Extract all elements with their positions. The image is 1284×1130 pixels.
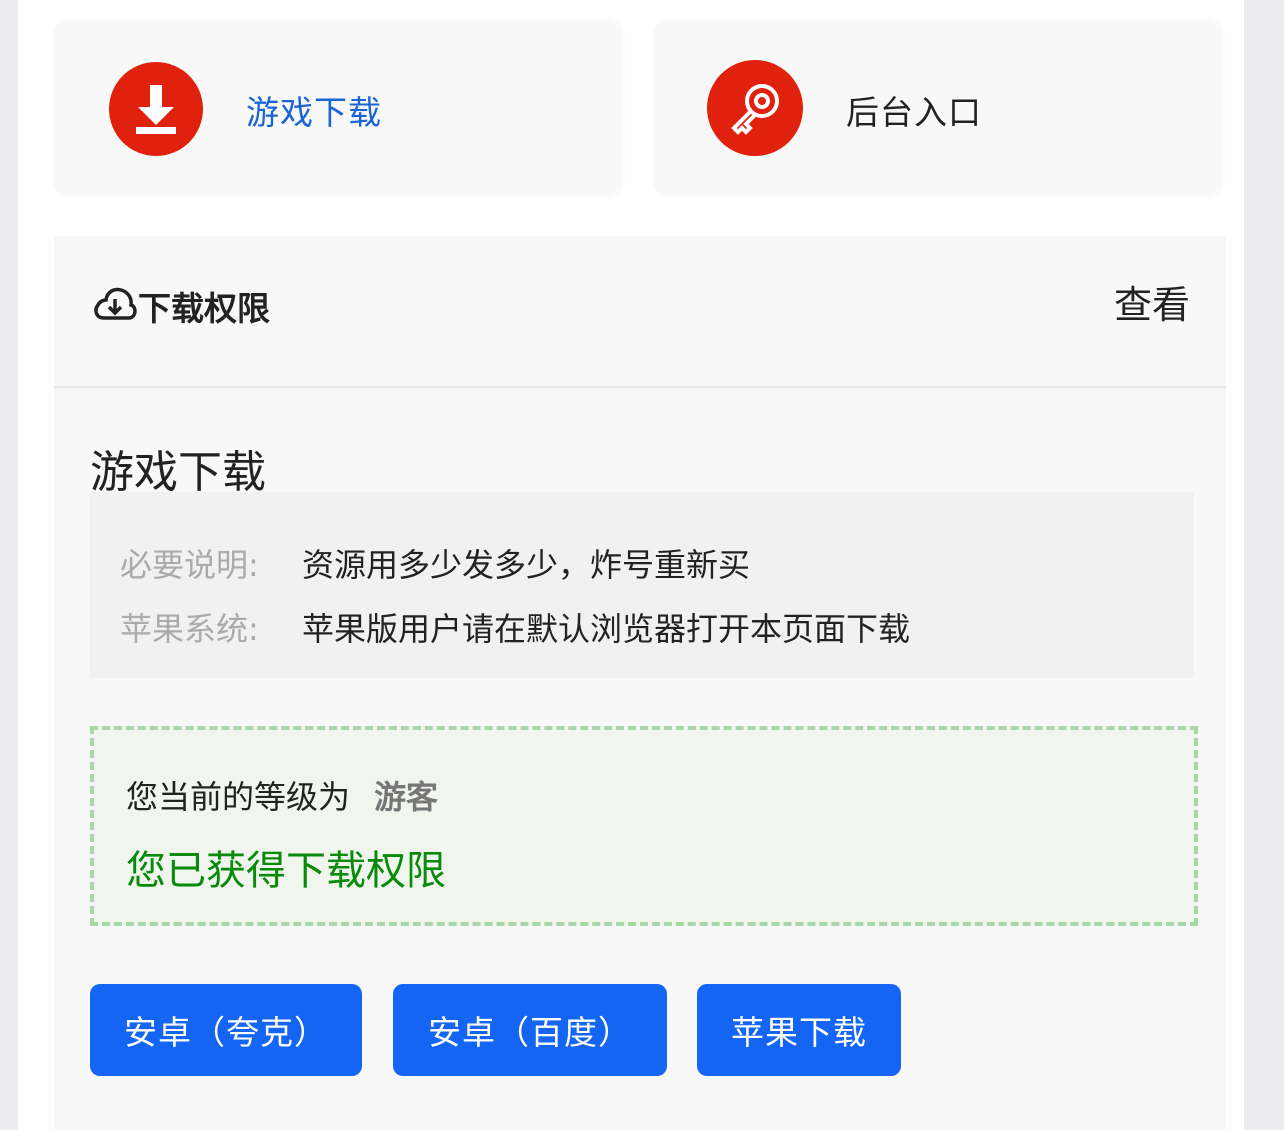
level-box: 您当前的等级为 游客 您已获得下载权限	[90, 726, 1198, 926]
info-value: 资源用多少发多少，炸号重新买	[302, 546, 751, 584]
cloud-download-icon	[94, 287, 137, 320]
info-box: 必要说明: 资源用多少发多少，炸号重新买 苹果系统: 苹果版用户请在默认浏览器打开本…	[90, 492, 1194, 678]
info-key: 苹果系统:	[120, 610, 259, 648]
page-container: 游戏下载 后台入口 下载权限 查看 游戏下载 必要说明: 资源用多少发多少，炸号重…	[18, 0, 1244, 1130]
android-quark-button[interactable]: 安卓（夸克）	[90, 984, 362, 1076]
info-key: 必要说明:	[120, 546, 259, 584]
permission-title: 下载权限	[138, 289, 270, 328]
view-link[interactable]: 查看	[1114, 274, 1190, 329]
game-download-card[interactable]: 游戏下载	[54, 20, 622, 196]
permission-granted-text: 您已获得下载权限	[126, 848, 446, 894]
level-prefix: 您当前的等级为	[126, 778, 351, 816]
android-baidu-button[interactable]: 安卓（百度）	[393, 984, 667, 1076]
ios-download-button[interactable]: 苹果下载	[697, 984, 901, 1076]
download-permission-panel: 下载权限 查看 游戏下载 必要说明: 资源用多少发多少，炸号重新买 苹果系统: 苹果…	[54, 236, 1226, 1130]
level-line: 您当前的等级为 游客	[126, 772, 438, 818]
section-title: 游戏下载	[90, 447, 266, 498]
admin-entry-label[interactable]: 后台入口	[846, 86, 982, 134]
info-row: 必要说明: 资源用多少发多少，炸号重新买	[120, 540, 750, 586]
info-row: 苹果系统: 苹果版用户请在默认浏览器打开本页面下载	[120, 604, 910, 650]
level-value: 游客	[374, 778, 439, 816]
game-download-label[interactable]: 游戏下载	[246, 86, 382, 134]
key-icon	[707, 60, 803, 156]
permission-header: 下载权限 查看	[54, 236, 1226, 388]
admin-entry-card[interactable]: 后台入口	[654, 20, 1222, 196]
info-value: 苹果版用户请在默认浏览器打开本页面下载	[302, 610, 911, 648]
download-icon	[109, 62, 203, 156]
